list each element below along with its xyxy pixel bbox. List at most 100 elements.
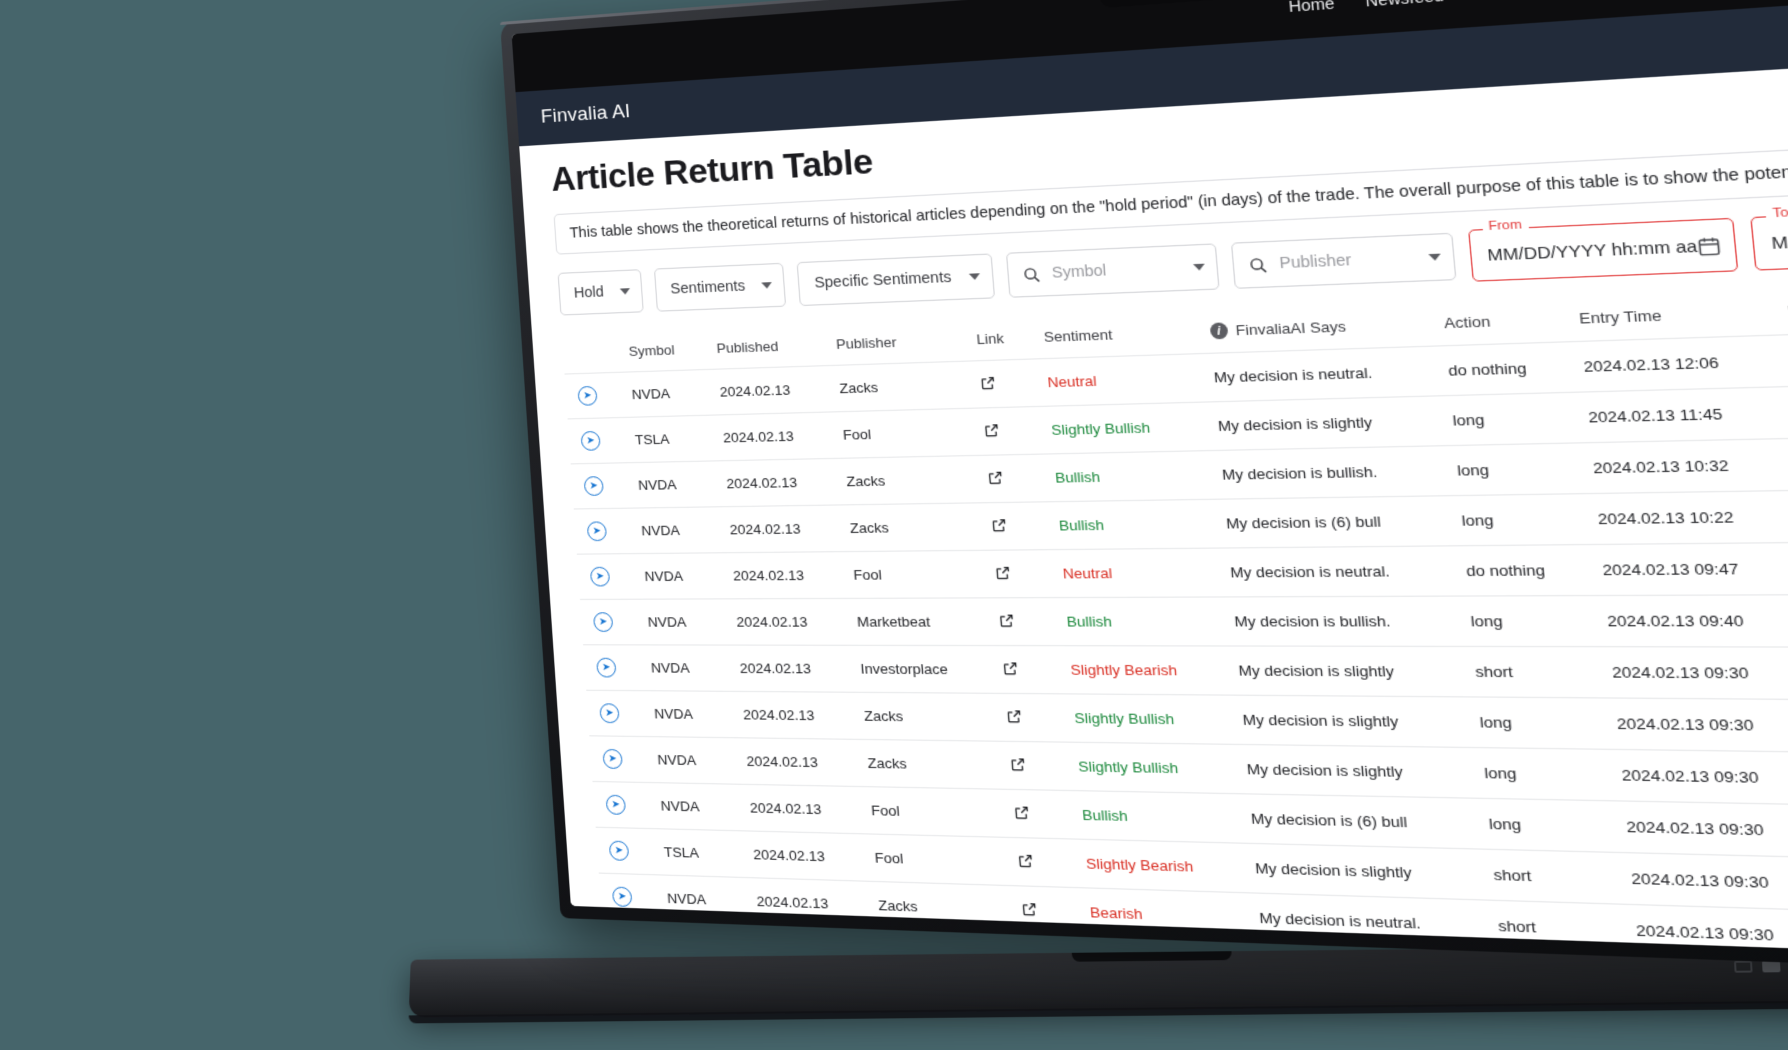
col-exit-time[interactable]: Exit Time [1769, 286, 1788, 336]
cell-entry-time: 2024.02.13 09:30 [1594, 646, 1788, 700]
cell-symbol: NVDA [653, 874, 746, 925]
table-row[interactable]: ➤ NVDA 2024.02.13 Fool Bullish My decision is… [592, 781, 1788, 872]
table-row[interactable]: ➤ TSLA 2024.02.13 Fool Slightly Bullish My de… [567, 371, 1788, 464]
cell-link[interactable] [983, 597, 1056, 646]
cell-link[interactable] [976, 501, 1048, 551]
table-row[interactable]: ➤ NVDA 2024.02.13 Zacks Bearish My decision i… [598, 873, 1788, 961]
chevron-down-icon [619, 288, 631, 295]
to-date-field[interactable]: To MM/DD/YYYY hh:mm aa [1750, 204, 1788, 271]
publisher-search[interactable]: Publisher [1230, 232, 1457, 289]
chevron-right-circle-icon[interactable]: ➤ [586, 521, 608, 542]
cell-publisher: Marketbeat [842, 597, 988, 646]
info-icon[interactable]: i [1209, 322, 1229, 340]
external-link-icon[interactable] [987, 469, 1005, 485]
row-expand-cell[interactable]: ➤ [583, 644, 641, 691]
col-link[interactable]: Link [962, 321, 1032, 361]
cell-link[interactable] [968, 406, 1040, 456]
cell-finvalia-says: My decision is neutral. [1242, 892, 1486, 951]
chevron-right-circle-icon[interactable]: ➤ [592, 612, 614, 632]
chevron-right-circle-icon[interactable]: ➤ [608, 840, 630, 861]
cell-sentiment: Bullish [1051, 596, 1223, 646]
col-sentiment[interactable]: Sentiment [1029, 315, 1198, 359]
table-row[interactable]: ➤ NVDA 2024.02.13 Zacks Slightly Bullish My d… [589, 735, 1788, 816]
row-expand-cell[interactable]: ➤ [601, 919, 660, 961]
chevron-right-circle-icon[interactable]: ➤ [577, 385, 598, 406]
symbol-search[interactable]: Symbol [1005, 243, 1220, 298]
cell-link[interactable] [998, 789, 1071, 839]
cell-link[interactable] [964, 359, 1036, 409]
row-expand-cell[interactable]: ➤ [598, 873, 657, 921]
cell-link[interactable] [994, 741, 1067, 791]
cell-published: 2024.02.13 [732, 737, 857, 787]
row-expand-cell[interactable]: ➤ [567, 417, 625, 464]
external-link-icon[interactable] [1009, 756, 1027, 773]
cell-sentiment: Bullish [1039, 450, 1211, 502]
external-link-icon[interactable] [990, 516, 1008, 532]
external-link-icon[interactable] [1013, 804, 1031, 821]
external-link-icon[interactable] [1017, 852, 1035, 869]
chevron-right-circle-icon[interactable]: ➤ [611, 886, 633, 908]
row-expand-cell[interactable]: ➤ [579, 599, 638, 645]
chevron-right-circle-icon[interactable]: ➤ [596, 657, 617, 678]
nav-item-newsfeed[interactable]: Newsfeed [1365, 0, 1445, 11]
col-published[interactable]: Published [703, 328, 825, 369]
col-finvalia-says[interactable]: i FinvaliaAI Says [1195, 306, 1432, 354]
chevron-right-circle-icon[interactable]: ➤ [602, 748, 623, 770]
cell-link[interactable] [1002, 837, 1075, 888]
table-row[interactable]: ➤ NVDA 2024.02.13 Zacks Bullish My decision i… [570, 426, 1788, 509]
brand-name[interactable]: Finvalia AI [540, 101, 631, 129]
filter-bar: Hold Sentiments Specific Sentiments Symb… [557, 203, 1788, 318]
external-link-icon[interactable] [998, 612, 1016, 628]
chevron-right-circle-icon[interactable]: ➤ [580, 430, 601, 451]
row-expand-cell[interactable]: ➤ [592, 781, 651, 829]
row-expand-cell[interactable]: ➤ [564, 372, 622, 419]
cell-link[interactable] [1006, 885, 1079, 937]
external-link-icon[interactable] [994, 564, 1012, 580]
cell-action: long [1471, 798, 1614, 853]
cell-link[interactable] [979, 549, 1052, 598]
table-row[interactable]: ➤ NVDA 2024.02.13 Zacks Neutral My decision i… [564, 316, 1788, 419]
chevron-right-circle-icon[interactable]: ➤ [599, 703, 620, 724]
cell-link[interactable] [987, 645, 1059, 694]
battery-icon [1733, 960, 1753, 973]
chevron-right-circle-icon[interactable]: ➤ [589, 566, 611, 587]
hold-dropdown[interactable]: Hold [557, 269, 644, 316]
row-expand-cell[interactable]: ➤ [573, 508, 631, 555]
specific-sentiments-dropdown[interactable]: Specific Sentiments [796, 253, 995, 307]
cell-finvalia-says: My decision is slightly [1238, 843, 1481, 900]
cell-publisher: Zacks [835, 502, 980, 552]
cell-action: long [1440, 442, 1581, 496]
from-date-field[interactable]: From MM/DD/YYYY hh:mm aa [1467, 217, 1739, 282]
external-link-icon[interactable] [979, 374, 997, 391]
external-link-icon[interactable] [1021, 900, 1039, 917]
cell-link[interactable] [972, 454, 1044, 503]
col-entry-time[interactable]: Entry Time [1562, 294, 1773, 342]
table-row[interactable]: ➤ NVDA 2024.02.13 Zacks Bullish My decision i… [573, 481, 1788, 555]
col-action[interactable]: Action [1428, 301, 1566, 346]
row-expand-cell[interactable]: ➤ [595, 827, 654, 875]
row-expand-cell[interactable]: ➤ [586, 690, 644, 737]
cell-entry-time: 2024.02.13 09:30 [1618, 904, 1788, 961]
external-link-icon[interactable] [1002, 660, 1020, 676]
table-row[interactable]: ➤ NVDA 2024.02.13 Investorplace Slightly Bea… [583, 644, 1788, 704]
col-symbol[interactable]: Symbol [616, 333, 706, 373]
external-link-icon[interactable] [1005, 708, 1023, 725]
table-row[interactable]: ➤ TSLA 2024.02.13 Fool Slightly Bearish My de… [595, 827, 1788, 929]
nav-item-article-return-table[interactable]: Article Return Table [1475, 0, 1635, 3]
chevron-right-circle-icon[interactable]: ➤ [583, 476, 604, 496]
row-expand-cell[interactable]: ➤ [570, 462, 628, 509]
row-expand-cell[interactable]: ➤ [576, 553, 634, 600]
nav-item-home[interactable]: Home [1288, 0, 1335, 16]
table-row[interactable]: ➤ NVDA 2024.02.13 Marketbeat Bullish My decis… [579, 592, 1788, 648]
calendar-icon[interactable] [1696, 234, 1723, 257]
sentiments-dropdown[interactable]: Sentiments [653, 262, 787, 312]
cell-link[interactable] [990, 693, 1063, 743]
table-row[interactable]: ➤ NVDA 2024.02.13 Fool Neutral My decision is… [576, 537, 1788, 600]
chevron-right-circle-icon[interactable]: ➤ [615, 932, 636, 954]
external-link-icon[interactable] [983, 422, 1001, 439]
col-publisher[interactable]: Publisher [822, 323, 965, 365]
chevron-right-circle-icon[interactable]: ➤ [605, 794, 627, 815]
cell-sentiment: Slightly Bearish [1070, 838, 1243, 893]
table-row[interactable]: ➤ NVDA 2024.02.13 Zacks Slightly Bullish My d… [586, 690, 1788, 760]
row-expand-cell[interactable]: ➤ [589, 735, 647, 783]
